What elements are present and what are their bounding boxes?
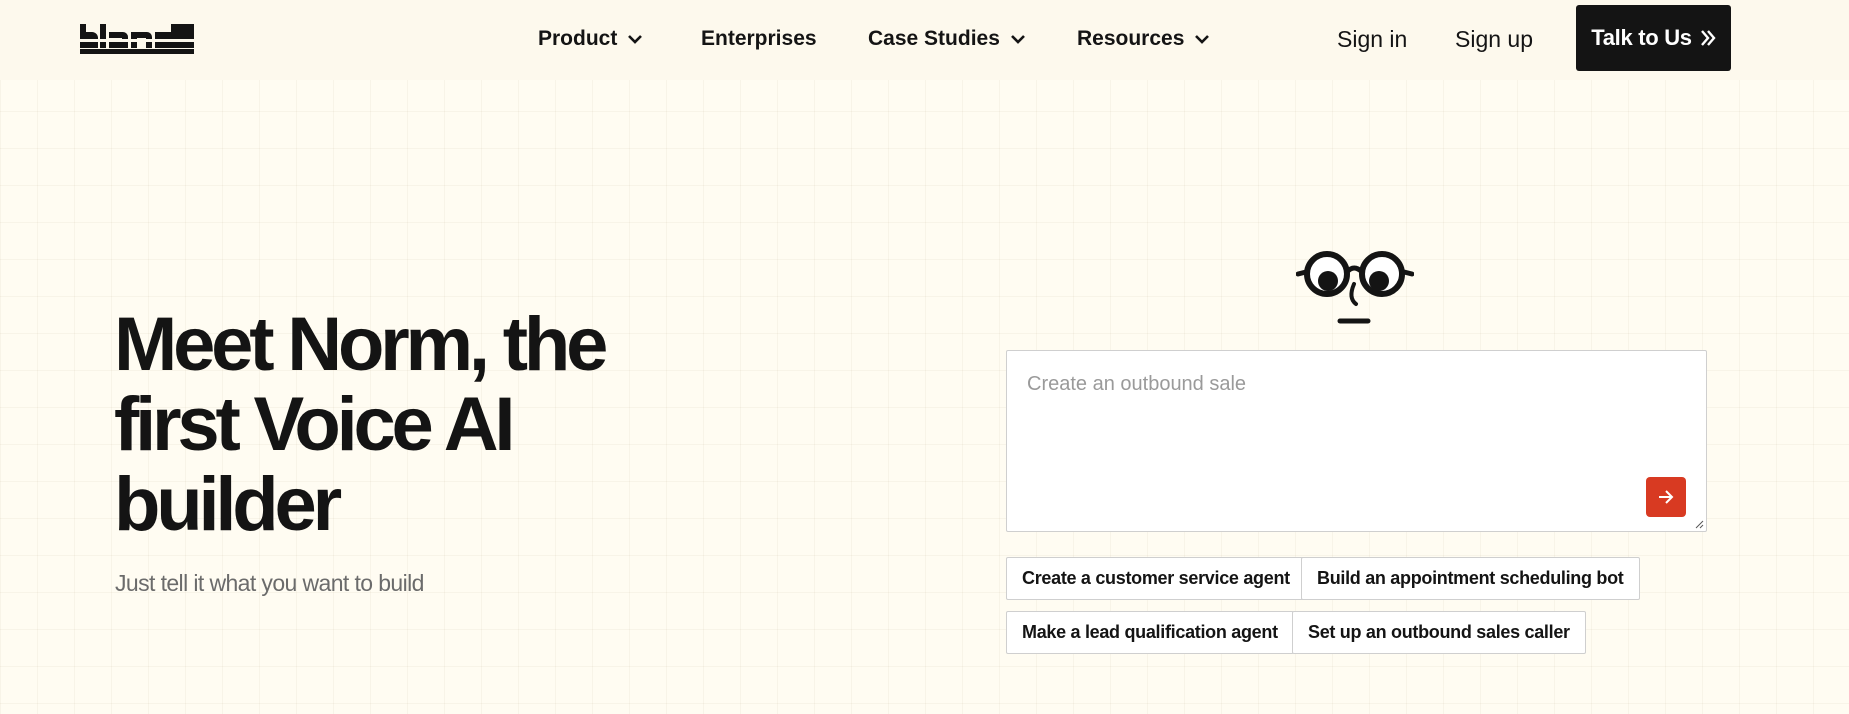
nav-item-label: Product [538,27,618,50]
nav-item-resources[interactable]: Resources [1077,22,1210,56]
bland-logo[interactable] [80,22,194,54]
double-chevron-right-icon [1700,30,1716,46]
submit-prompt-button[interactable] [1646,477,1686,517]
norm-face-icon [1296,251,1414,324]
chevron-down-icon [1195,35,1210,44]
suggestion-chip[interactable]: Build an appointment scheduling bot [1301,557,1640,600]
suggestion-chip[interactable]: Set up an outbound sales caller [1292,611,1586,654]
talk-to-us-button[interactable]: Talk to Us [1576,5,1731,71]
hero-title: Meet Norm, the first Voice AI builder [114,302,608,547]
nav-item-product[interactable]: Product [538,22,643,56]
sign-up-link[interactable]: Sign up [1455,22,1533,56]
suggestion-chip[interactable]: Create a customer service agent [1006,557,1306,600]
sign-in-link[interactable]: Sign in [1337,22,1407,56]
chevron-down-icon [628,35,643,44]
suggestion-chip[interactable]: Make a lead qualification agent [1006,611,1294,654]
resize-handle-icon[interactable] [1694,519,1704,529]
prompt-box [1006,350,1707,532]
nav-item-label: Enterprises [701,27,817,50]
prompt-input[interactable] [1027,373,1667,503]
nav-item-label: Resources [1077,27,1185,50]
nav-item-label: Case Studies [868,27,1000,50]
hero-subtitle: Just tell it what you want to build [115,570,424,596]
arrow-right-icon [1659,490,1674,504]
top-navigation: Product Enterprises Case Studies Resourc… [0,0,1849,80]
talk-to-us-label: Talk to Us [1591,25,1692,50]
nav-item-enterprises[interactable]: Enterprises [701,22,817,56]
nav-item-case-studies[interactable]: Case Studies [868,22,1026,56]
chevron-down-icon [1010,35,1025,44]
